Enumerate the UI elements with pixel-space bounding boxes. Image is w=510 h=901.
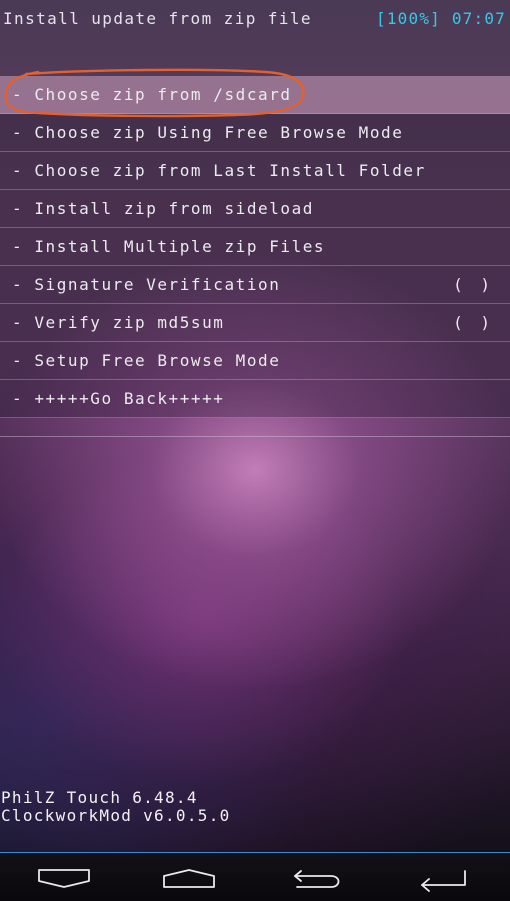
menu-item-signature-verification[interactable]: - Signature Verification ( ) [0, 266, 510, 304]
menu-item-label: - Signature Verification [12, 275, 281, 294]
menu-item-label: - Install zip from sideload [12, 199, 314, 218]
signature-toggle-checkbox[interactable]: ( ) [453, 275, 494, 294]
menu-item-choose-zip-sdcard[interactable]: - Choose zip from /sdcard [0, 76, 510, 114]
install-menu: - Choose zip from /sdcard - Choose zip U… [0, 76, 510, 418]
enter-icon [421, 870, 466, 892]
version-info: PhilZ Touch 6.48.4 ClockworkMod v6.0.5.0 [1, 789, 231, 825]
menu-item-multiple-zip[interactable]: - Install Multiple zip Files [0, 228, 510, 266]
navigation-bar [0, 852, 510, 901]
header-bar: Install update from zip file [100%] 07:0… [0, 0, 510, 38]
menu-item-go-back[interactable]: - +++++Go Back+++++ [0, 380, 510, 418]
philz-version: PhilZ Touch 6.48.4 [1, 788, 198, 807]
menu-item-setup-free-browse[interactable]: - Setup Free Browse Mode [0, 342, 510, 380]
menu-item-free-browse[interactable]: - Choose zip Using Free Browse Mode [0, 114, 510, 152]
home-icon [163, 869, 215, 888]
menu-item-verify-md5[interactable]: - Verify zip md5sum ( ) [0, 304, 510, 342]
enter-button[interactable] [408, 861, 478, 895]
page-title: Install update from zip file [3, 9, 312, 28]
menu-item-last-install-folder[interactable]: - Choose zip from Last Install Folder [0, 152, 510, 190]
menu-item-label: - Verify zip md5sum [12, 313, 225, 332]
menu-item-label: - Install Multiple zip Files [12, 237, 326, 256]
menu-item-label: - Choose zip Using Free Browse Mode [12, 123, 404, 142]
menu-item-label: - Choose zip from Last Install Folder [12, 161, 426, 180]
back-button[interactable] [283, 861, 353, 895]
home-button[interactable] [154, 861, 224, 895]
menu-end-divider [0, 436, 510, 437]
menu-item-label: - +++++Go Back+++++ [12, 389, 225, 408]
cwm-version: ClockworkMod v6.0.5.0 [1, 806, 231, 825]
down-icon [38, 869, 90, 888]
down-button[interactable] [29, 861, 99, 895]
menu-item-label: - Setup Free Browse Mode [12, 351, 281, 370]
md5-toggle-checkbox[interactable]: ( ) [453, 313, 494, 332]
back-icon [294, 870, 340, 888]
menu-item-sideload[interactable]: - Install zip from sideload [0, 190, 510, 228]
battery-clock-status: [100%] 07:07 [376, 9, 506, 28]
menu-item-label: - Choose zip from /sdcard [12, 85, 292, 104]
